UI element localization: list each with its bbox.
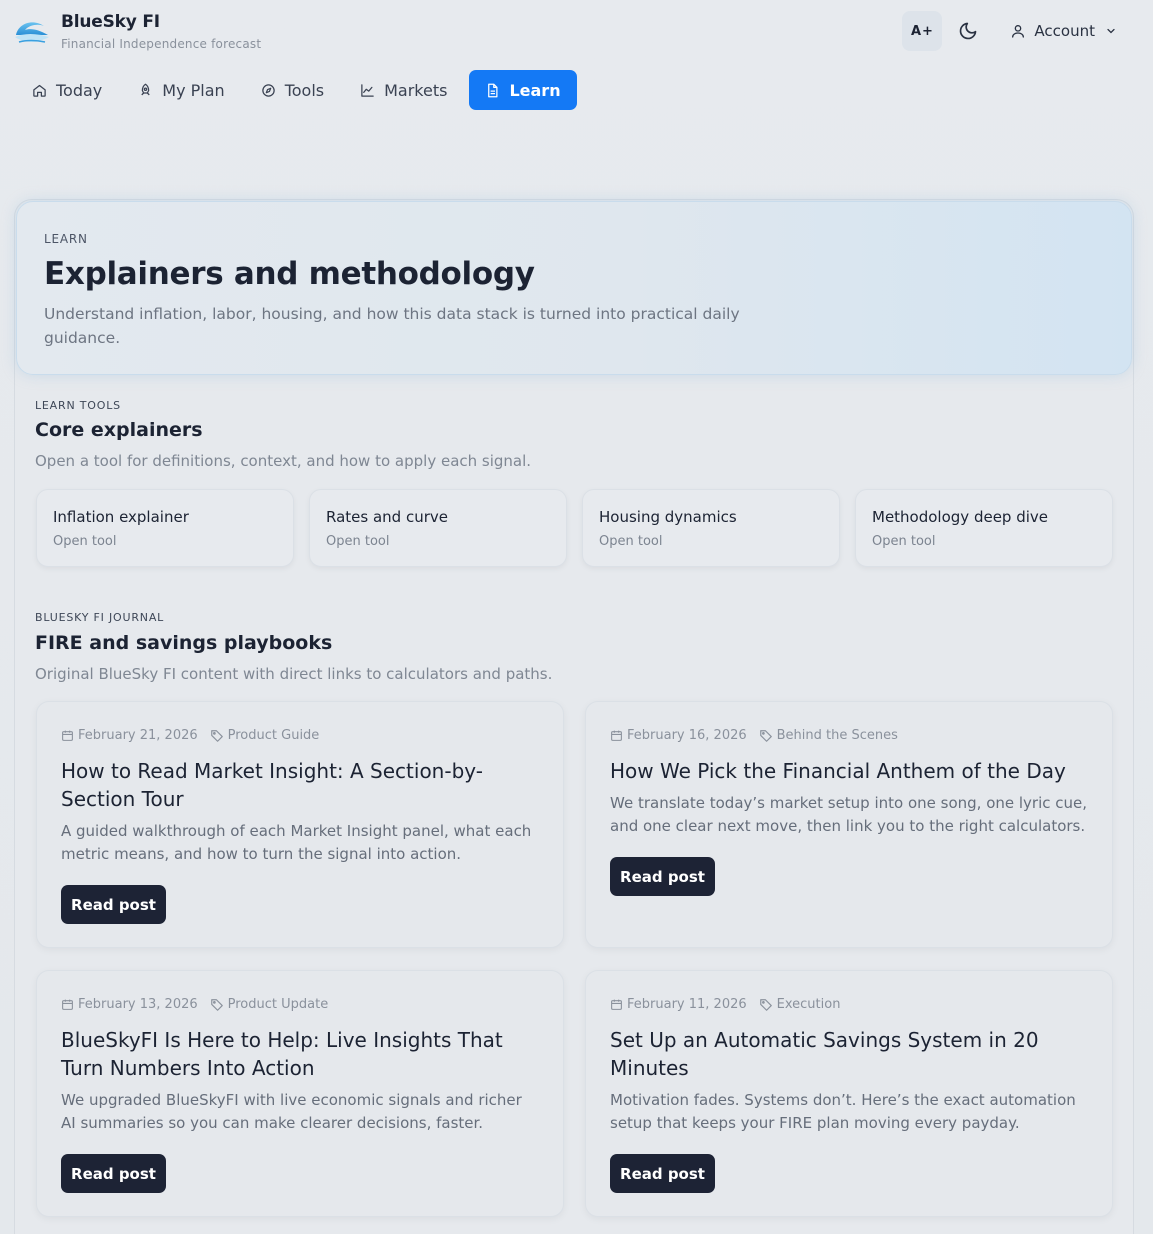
post-tag: Execution [759, 997, 841, 1012]
bluesky-logo-icon [15, 22, 49, 43]
brand-subtitle: Financial Independence forecast [61, 37, 262, 51]
tool-open-link: Open tool [599, 534, 663, 549]
post-excerpt: Motivation fades. Systems don’t. Here’s … [610, 1091, 1076, 1132]
read-post-label: Read post [620, 1164, 705, 1183]
text-size-button[interactable]: A+ [902, 11, 943, 51]
nav-label: Markets [384, 80, 448, 100]
user-icon [1012, 25, 1025, 38]
text-size-label: A+ [910, 23, 934, 39]
learn-tools-description: Open a tool for definitions, context, an… [35, 452, 532, 470]
nav-item-tools[interactable]: Tools [247, 70, 338, 110]
account-label: Account [1034, 22, 1095, 40]
moon-icon [960, 22, 977, 40]
post-tag: Behind the Scenes [759, 728, 898, 743]
post-excerpt: A guided walkthrough of each Market Insi… [61, 822, 532, 863]
tool-card-methodology[interactable]: Methodology deep dive Open tool [855, 489, 1113, 567]
post-card[interactable]: February 16, 2026 Behind the Scenes How … [585, 701, 1113, 948]
calendar-icon [611, 730, 622, 741]
calendar-icon [62, 730, 73, 741]
post-date: February 11, 2026 [627, 997, 747, 1012]
hero-banner: LEARN Explainers and methodology Underst… [16, 201, 1132, 375]
tool-name: Housing dynamics [599, 508, 737, 526]
learn-panel: LEARN Explainers and methodology Underst… [14, 199, 1134, 1234]
theme-toggle-button[interactable] [948, 11, 988, 51]
post-meta: February 13, 2026 Product Update [61, 997, 328, 1012]
read-post-label: Read post [620, 867, 705, 886]
post-meta: February 11, 2026 Execution [610, 997, 840, 1012]
nav-label: Learn [509, 80, 561, 100]
tool-name: Inflation explainer [53, 508, 189, 526]
post-tag-label: Execution [776, 997, 841, 1012]
brand-name: BlueSky FI [61, 12, 160, 32]
chevron-down-icon [1107, 28, 1115, 34]
home-icon [33, 84, 46, 97]
hero-eyebrow: LEARN [44, 232, 88, 246]
journal-title: FIRE and savings playbooks [35, 632, 333, 654]
calendar-icon [62, 999, 73, 1010]
compass-icon [261, 83, 275, 97]
tag-icon [210, 729, 223, 742]
post-meta: February 16, 2026 Behind the Scenes [610, 728, 898, 743]
nav-label: Tools [284, 80, 325, 100]
nav-label: Today [56, 80, 103, 100]
tool-open-link: Open tool [53, 534, 117, 549]
tool-card-list: Inflation explainer Open tool Rates and … [36, 489, 1113, 567]
post-meta: February 21, 2026 Product Guide [61, 728, 319, 743]
nav-item-my-plan[interactable]: My Plan [124, 70, 238, 110]
read-post-button[interactable]: Read post [610, 857, 715, 896]
post-title[interactable]: How We Pick the Financial Anthem of the … [610, 757, 1100, 785]
tool-card-housing[interactable]: Housing dynamics Open tool [582, 489, 840, 567]
journal-eyebrow: BLUESKY FI JOURNAL [35, 611, 165, 624]
post-tag-label: Product Guide [227, 728, 320, 743]
tool-name: Methodology deep dive [872, 508, 1049, 526]
post-date: February 16, 2026 [627, 728, 747, 743]
page-title: Explainers and methodology [44, 256, 535, 292]
tool-card-rates[interactable]: Rates and curve Open tool [309, 489, 567, 567]
post-card[interactable]: February 21, 2026 Product Guide How to R… [36, 701, 564, 948]
read-post-label: Read post [71, 1164, 156, 1183]
brand[interactable]: BlueSky FI Financial Independence foreca… [14, 12, 261, 51]
post-card[interactable]: February 13, 2026 Product Update BlueSky… [36, 970, 564, 1217]
rocket-icon [141, 83, 150, 95]
post-excerpt: We upgraded BlueSkyFI with live economic… [61, 1091, 522, 1132]
post-title[interactable]: BlueSkyFI Is Here to Help: Live Insights… [61, 1026, 551, 1082]
learn-tools-eyebrow: LEARN TOOLS [35, 399, 121, 412]
post-excerpt: We translate today’s market setup into o… [610, 794, 1088, 835]
hero-description: Understand inflation, labor, housing, an… [44, 305, 740, 347]
header-actions: A+ Account [896, 11, 1133, 51]
calendar-icon [611, 999, 622, 1010]
tag-icon [210, 998, 223, 1011]
tool-card-inflation[interactable]: Inflation explainer Open tool [36, 489, 294, 567]
document-icon [488, 83, 498, 97]
nav-item-markets[interactable]: Markets [346, 70, 461, 110]
tool-name: Rates and curve [326, 508, 448, 526]
post-date: February 13, 2026 [78, 997, 198, 1012]
read-post-button[interactable]: Read post [610, 1154, 715, 1193]
post-date: February 21, 2026 [78, 728, 198, 743]
tool-open-link: Open tool [326, 534, 390, 549]
nav-label: My Plan [162, 80, 225, 100]
read-post-button[interactable]: Read post [61, 885, 166, 924]
read-post-button[interactable]: Read post [61, 1154, 166, 1193]
post-tag: Product Update [210, 997, 329, 1012]
journal-description: Original BlueSky FI content with direct … [35, 665, 553, 683]
nav-item-learn[interactable]: Learn [469, 70, 577, 110]
nav-item-today[interactable]: Today [18, 70, 116, 110]
post-title[interactable]: How to Read Market Insight: A Section-by… [61, 757, 551, 813]
learn-tools-title: Core explainers [35, 419, 203, 441]
read-post-label: Read post [71, 895, 156, 914]
post-card[interactable]: February 11, 2026 Execution Set Up an Au… [585, 970, 1113, 1217]
account-menu-button[interactable]: Account [1002, 11, 1133, 51]
post-tag: Product Guide [210, 728, 320, 743]
post-tag-label: Product Update [227, 997, 329, 1012]
tag-icon [759, 998, 772, 1011]
post-title[interactable]: Set Up an Automatic Savings System in 20… [610, 1026, 1100, 1082]
tool-open-link: Open tool [872, 534, 936, 549]
tag-icon [759, 729, 772, 742]
chart-icon [361, 83, 374, 97]
post-tag-label: Behind the Scenes [776, 728, 898, 743]
main-nav: Today My Plan Tools Markets Learn [18, 70, 585, 110]
